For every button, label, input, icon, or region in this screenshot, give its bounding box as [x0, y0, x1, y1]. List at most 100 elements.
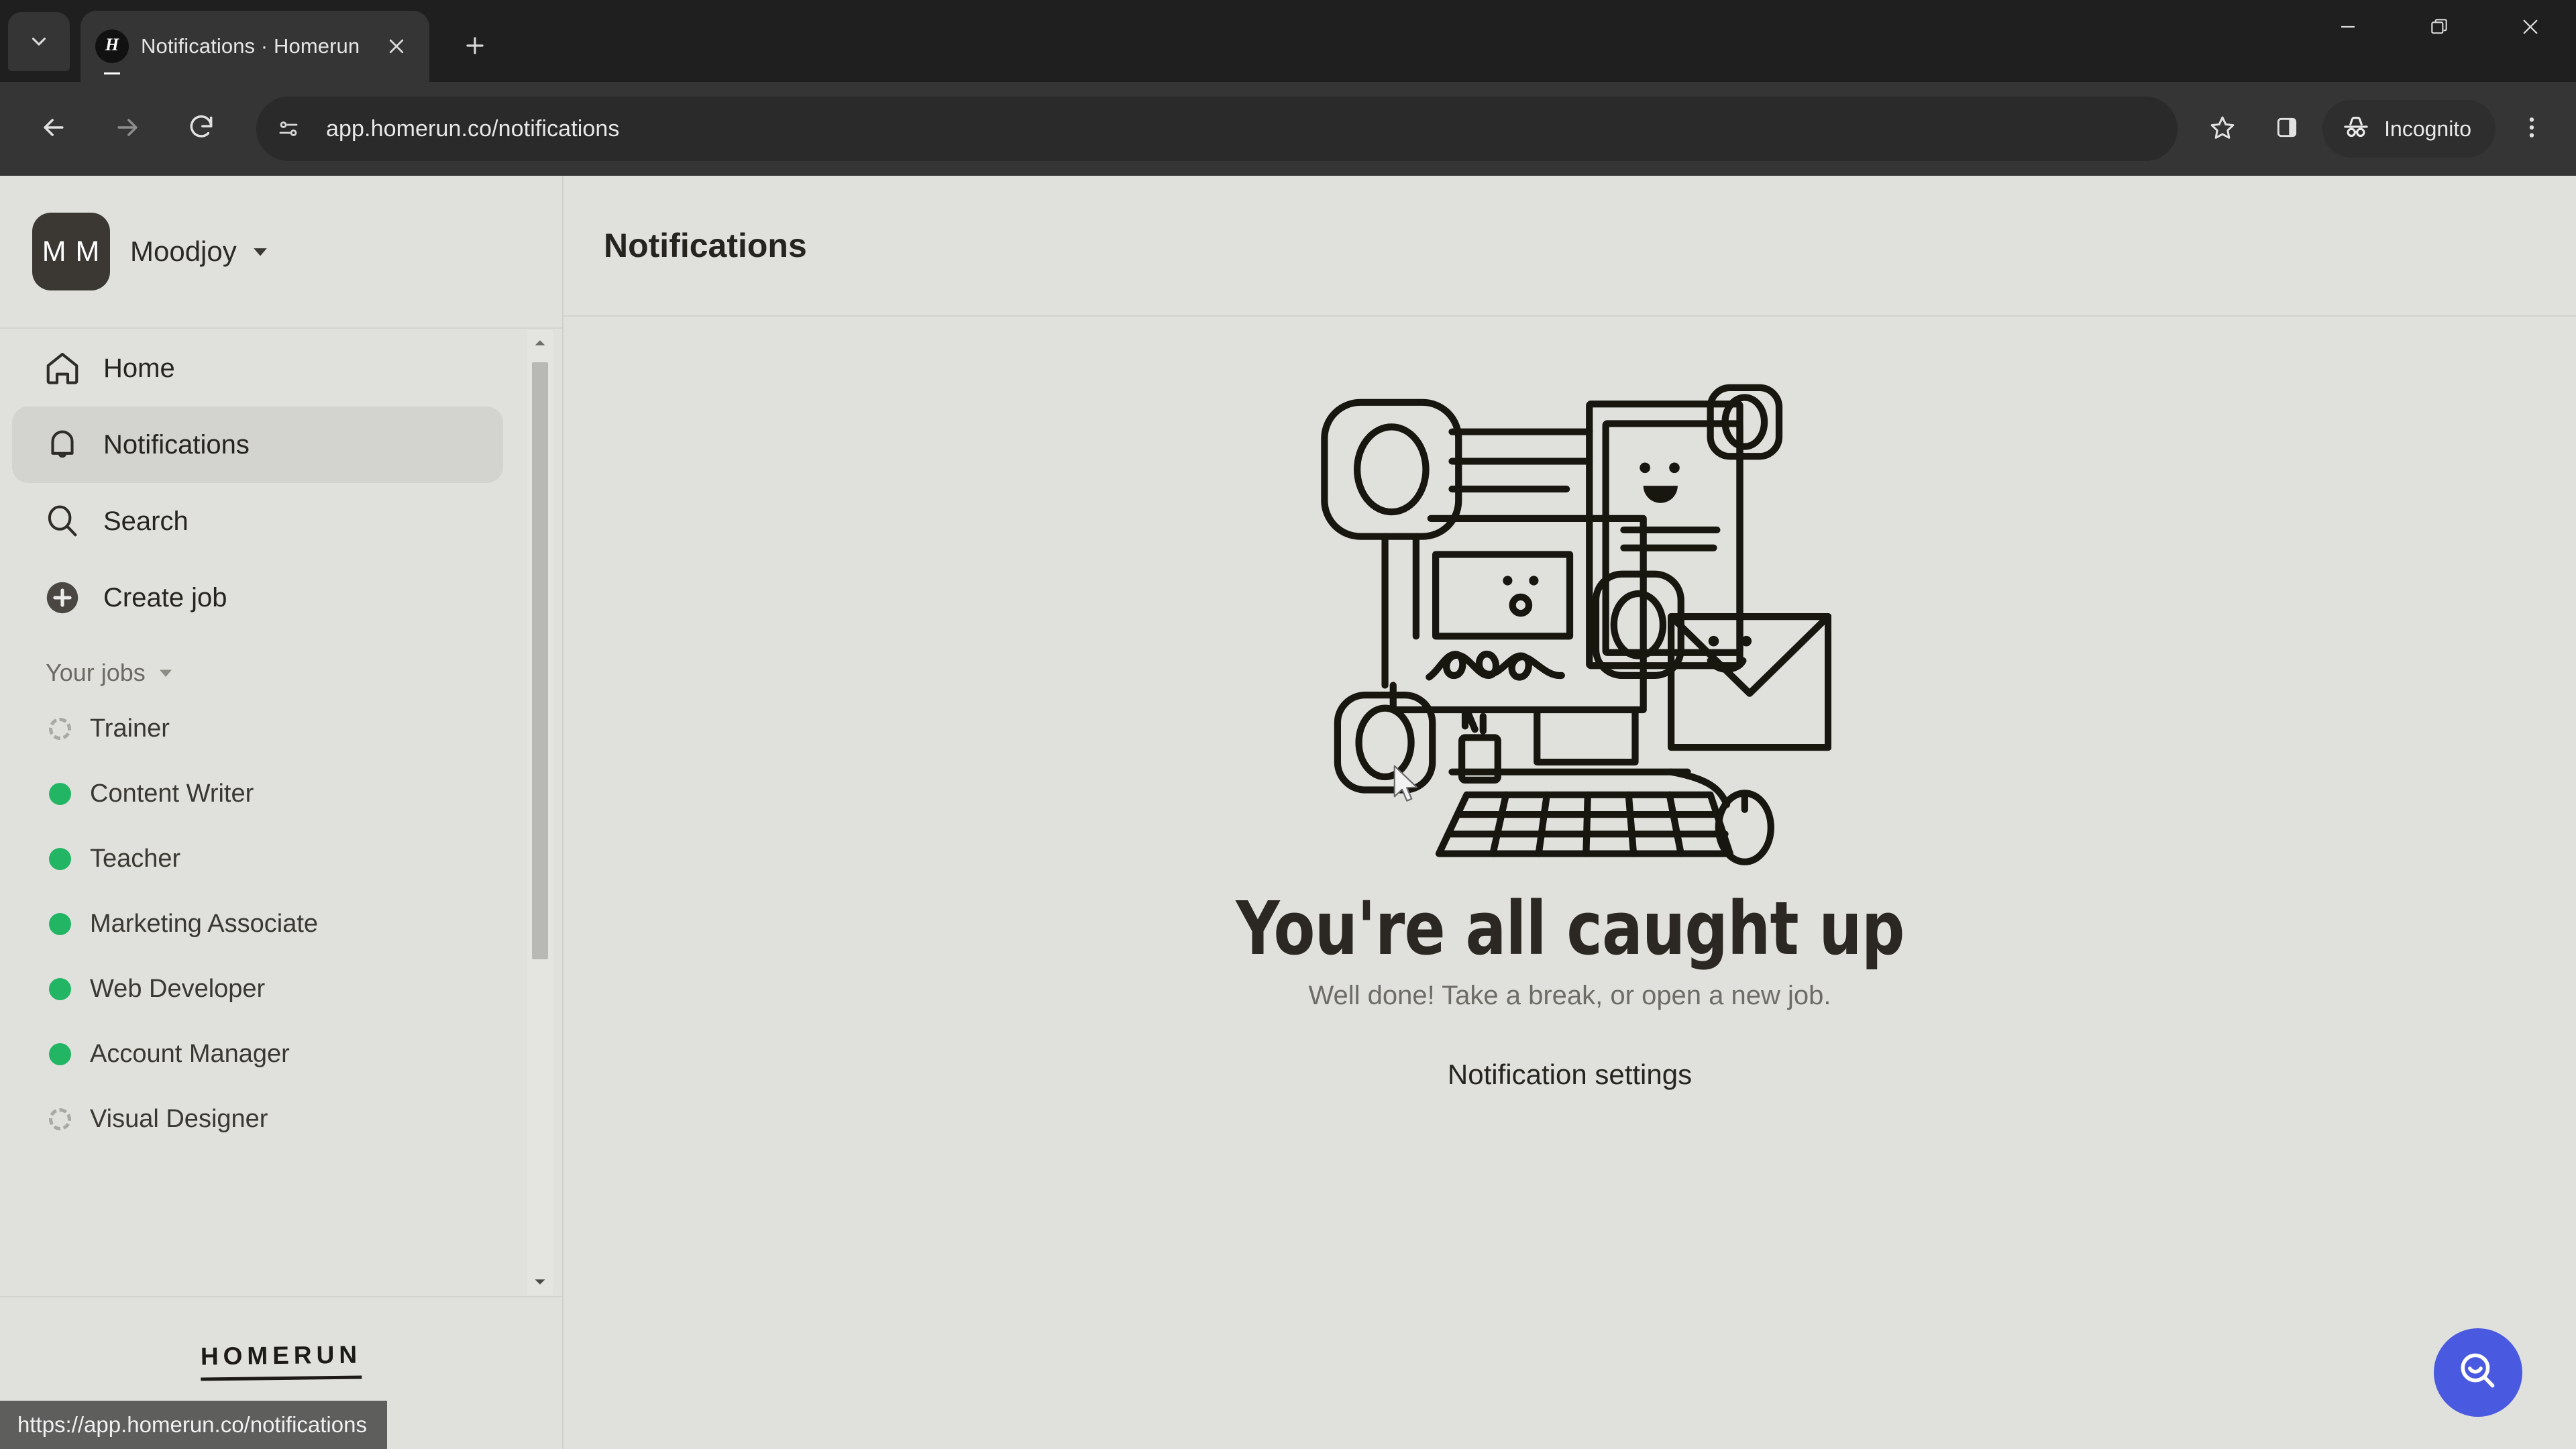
status-badge	[47, 977, 72, 1002]
homerun-favicon: H	[95, 30, 129, 74]
job-label: Trainer	[90, 714, 170, 743]
job-label: Visual Designer	[90, 1105, 268, 1133]
address-bar[interactable]: app.homerun.co/notifications	[256, 97, 2178, 161]
browser-tab[interactable]: H Notifications · Homerun	[80, 11, 429, 82]
sidebar-item-search[interactable]: Search	[12, 483, 503, 559]
reload-button[interactable]	[169, 97, 233, 161]
desk-computer-illustration	[1308, 372, 1832, 868]
org-name: Moodjoy	[130, 235, 237, 267]
browser-chrome: H Notifications · Homerun app.homerun.co…	[0, 0, 2576, 176]
list-item[interactable]: Web Developer	[0, 957, 530, 1022]
close-icon	[2519, 15, 2542, 42]
avatar: M M	[32, 213, 110, 290]
restore-icon	[2428, 16, 2450, 41]
empty-state: You're all caught up Well done! Take a b…	[564, 317, 2576, 1449]
org-switcher[interactable]: M M Moodjoy	[0, 176, 562, 329]
side-panel-icon	[2274, 115, 2300, 144]
forward-button[interactable]	[95, 97, 160, 161]
bell-icon	[43, 425, 87, 464]
main-content: Notifications You're all caught up Well …	[564, 176, 2576, 1449]
back-button[interactable]	[21, 97, 86, 161]
status-badge	[47, 1042, 72, 1067]
incognito-label: Incognito	[2384, 116, 2471, 141]
sidebar-item-home[interactable]: Home	[12, 330, 503, 407]
new-tab-button[interactable]	[451, 23, 499, 71]
sidebar-item-label: Home	[103, 353, 175, 383]
tab-search-button[interactable]	[8, 12, 70, 71]
status-bar-url: https://app.homerun.co/notifications	[17, 1412, 367, 1437]
your-jobs-title: Your jobs	[46, 659, 146, 686]
list-item[interactable]: Teacher	[0, 826, 530, 892]
minimize-icon	[2337, 15, 2359, 42]
scroll-down-arrow-icon[interactable]	[527, 1269, 553, 1295]
search-smile-icon	[2455, 1348, 2502, 1398]
main-header: Notifications	[564, 176, 2576, 317]
browser-toolbar: app.homerun.co/notifications Incognito	[0, 82, 2576, 176]
status-badge	[47, 716, 72, 742]
tune-icon[interactable]	[263, 103, 314, 154]
favicon-letter: H	[105, 35, 119, 54]
reload-icon	[186, 113, 216, 146]
window-minimize-button[interactable]	[2302, 0, 2394, 56]
caret-down-icon	[252, 243, 269, 260]
list-item[interactable]: Visual Designer	[0, 1087, 530, 1152]
caret-down-icon	[158, 665, 174, 681]
window-maximize-button[interactable]	[2394, 0, 2485, 56]
arrow-left-icon	[39, 113, 68, 146]
status-badge	[47, 1107, 72, 1132]
search-fab-button[interactable]	[2434, 1328, 2522, 1417]
sidebar-item-create-job[interactable]: Create job	[12, 559, 503, 636]
job-label: Teacher	[90, 845, 181, 873]
window-controls	[2302, 0, 2576, 82]
job-label: Web Developer	[90, 975, 266, 1003]
list-item[interactable]: Trainer	[0, 696, 530, 761]
plus-circle-icon	[43, 578, 87, 617]
sidebar-item-label: Notifications	[103, 429, 250, 460]
star-icon	[2209, 114, 2236, 144]
address-bar-url: app.homerun.co/notifications	[326, 115, 620, 142]
incognito-icon	[2341, 113, 2371, 146]
job-label: Content Writer	[90, 780, 254, 808]
empty-state-headline: You're all caught up	[1235, 885, 1904, 971]
sidebar-scrollbar[interactable]	[527, 330, 553, 1295]
tab-title: Notifications · Homerun	[141, 34, 360, 58]
empty-state-subhead: Well done! Take a break, or open a new j…	[1308, 981, 1831, 1010]
arrow-right-icon	[113, 113, 142, 146]
list-item[interactable]: Account Manager	[0, 1022, 530, 1087]
browser-window: H Notifications · Homerun app.homerun.co…	[0, 0, 2576, 1449]
sidebar: M M Moodjoy Home Notifications Search Cr…	[0, 176, 564, 1449]
tab-strip: H Notifications · Homerun	[0, 0, 2576, 82]
job-label: Account Manager	[90, 1040, 290, 1068]
sidebar-scroll-area: Home Notifications Search Create job You…	[0, 330, 562, 1295]
bookmark-button[interactable]	[2194, 100, 2251, 158]
chevron-down-icon	[28, 30, 50, 53]
page-content: M M Moodjoy Home Notifications Search Cr…	[0, 176, 2576, 1449]
sidebar-item-label: Create job	[103, 582, 227, 612]
job-label: Marketing Associate	[90, 910, 319, 938]
sidebar-nav: Home Notifications Search Create job You…	[0, 330, 530, 1152]
homerun-logo: HOMERUN	[200, 1340, 362, 1381]
incognito-indicator[interactable]: Incognito	[2322, 100, 2496, 158]
status-badge	[47, 782, 72, 807]
your-jobs-header[interactable]: Your jobs	[46, 659, 530, 687]
list-item[interactable]: Content Writer	[0, 761, 530, 826]
tab-close-button[interactable]	[378, 28, 415, 64]
window-close-button[interactable]	[2485, 0, 2576, 56]
sidebar-item-label: Search	[103, 506, 189, 536]
scrollbar-thumb[interactable]	[532, 362, 548, 959]
list-item[interactable]: Marketing Associate	[0, 892, 530, 957]
side-panel-button[interactable]	[2258, 100, 2316, 158]
home-icon	[43, 349, 87, 388]
search-icon	[43, 502, 87, 541]
notification-settings-button[interactable]: Notification settings	[1415, 1038, 1724, 1112]
page-title: Notifications	[604, 227, 807, 264]
status-bar: https://app.homerun.co/notifications	[0, 1401, 387, 1449]
status-badge	[47, 847, 72, 872]
favicon-underline	[104, 72, 120, 74]
sidebar-item-notifications[interactable]: Notifications	[12, 407, 503, 483]
browser-menu-button[interactable]	[2502, 99, 2561, 158]
kebab-menu-icon	[2518, 114, 2545, 144]
scroll-up-arrow-icon[interactable]	[527, 330, 553, 356]
status-badge	[47, 912, 72, 937]
plus-icon	[462, 33, 488, 62]
